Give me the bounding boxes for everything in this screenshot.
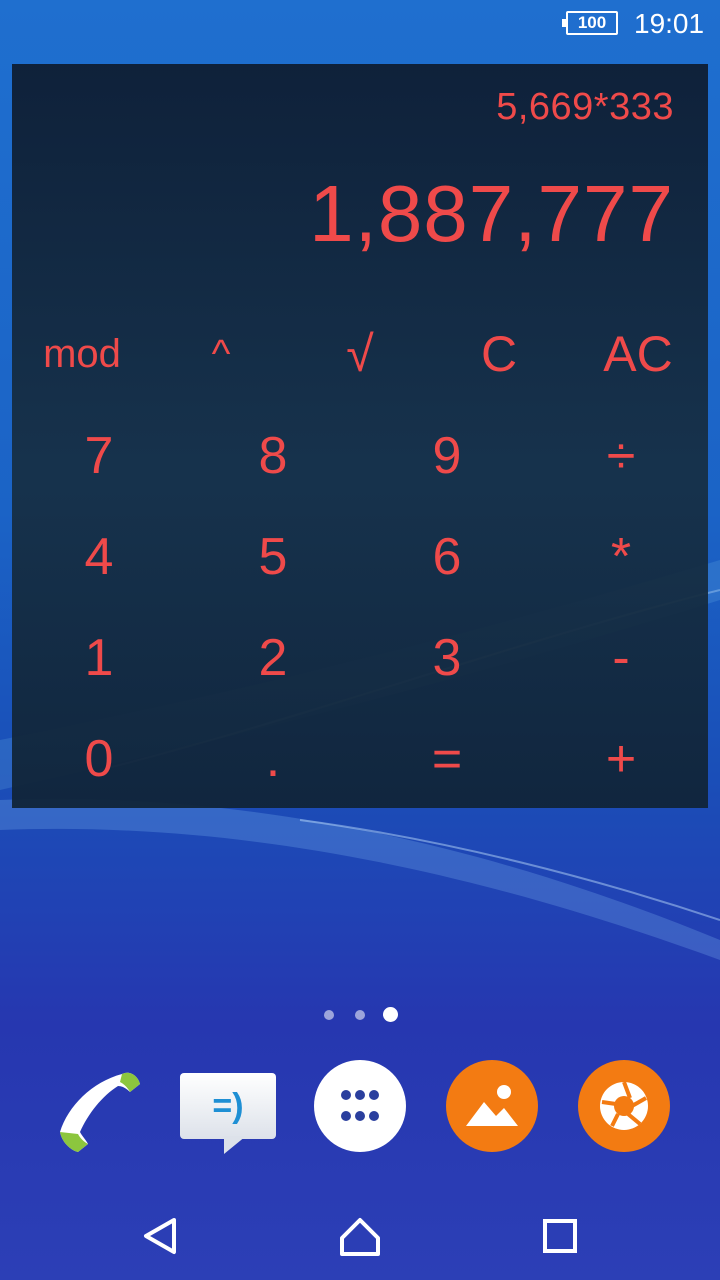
key-2[interactable]: 2	[193, 613, 353, 703]
key-equals[interactable]: =	[367, 714, 527, 804]
key-multiply[interactable]: *	[541, 512, 701, 602]
page-indicator	[318, 1004, 408, 1026]
back-icon[interactable]	[136, 1212, 184, 1260]
page-dot	[324, 1010, 334, 1020]
key-clear[interactable]: C	[429, 318, 569, 390]
messaging-icon[interactable]: =)	[180, 1073, 276, 1139]
key-all-clear[interactable]: AC	[568, 318, 708, 390]
key-5[interactable]: 5	[193, 512, 353, 602]
calc-expression: 5,669*333	[496, 86, 674, 128]
calc-result: 1,887,777	[309, 169, 674, 258]
home-icon[interactable]	[336, 1212, 384, 1260]
key-power[interactable]: ^	[151, 318, 291, 390]
key-9[interactable]: 9	[367, 411, 527, 501]
calculator-widget: 5,669*333 1,887,777 mod ^ √ C AC 7 8 9 ÷…	[12, 64, 708, 808]
key-8[interactable]: 8	[193, 411, 353, 501]
status-bar: 100 19:01	[0, 0, 720, 50]
key-sqrt[interactable]: √	[290, 318, 430, 390]
apps-grid-icon[interactable]	[314, 1060, 406, 1152]
camera-icon[interactable]	[578, 1060, 670, 1152]
phone-icon[interactable]	[52, 1062, 148, 1158]
key-mod[interactable]: mod	[12, 318, 152, 390]
key-add[interactable]: +	[541, 714, 701, 804]
key-4[interactable]: 4	[19, 512, 179, 602]
album-icon[interactable]	[446, 1060, 538, 1152]
messaging-bubble-tail	[224, 1136, 246, 1154]
status-time: 19:01	[634, 8, 705, 39]
recents-icon[interactable]	[536, 1212, 584, 1260]
key-6[interactable]: 6	[367, 512, 527, 602]
battery-icon: 100	[562, 11, 618, 35]
battery-level: 100	[577, 13, 607, 32]
function-keys-row: mod ^ √ C AC	[12, 318, 708, 390]
navigation-bar	[0, 1192, 720, 1280]
page-dot	[355, 1010, 365, 1020]
key-1[interactable]: 1	[19, 613, 179, 703]
key-decimal[interactable]: .	[193, 714, 353, 804]
key-subtract[interactable]: -	[541, 613, 701, 703]
key-7[interactable]: 7	[19, 411, 179, 501]
messaging-glyph: =)	[212, 1087, 244, 1125]
key-0[interactable]: 0	[19, 714, 179, 804]
key-3[interactable]: 3	[367, 613, 527, 703]
key-divide[interactable]: ÷	[541, 411, 701, 501]
page-dot-active	[383, 1007, 398, 1022]
